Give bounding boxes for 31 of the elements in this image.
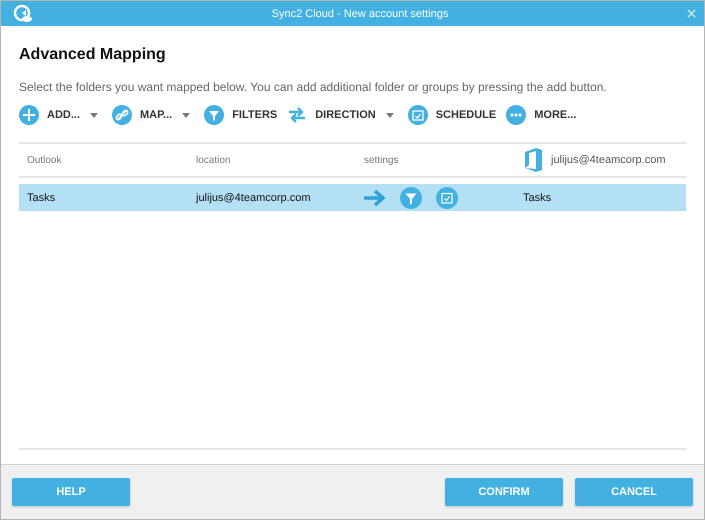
office-icon [523, 147, 543, 173]
swap-arrows-icon [287, 105, 308, 125]
table-row[interactable]: Tasks julijus@4teamcorp.com Tasks [19, 184, 686, 211]
column-header: location [196, 154, 232, 166]
calendar-icon[interactable] [436, 186, 458, 208]
cloud-sync-icon [13, 4, 33, 24]
caret-icon[interactable] [90, 112, 98, 118]
toolbar-button[interactable]: MORE... [506, 105, 576, 125]
more-icon [506, 105, 526, 125]
table-cell-text: Tasks [27, 192, 56, 204]
calendar-icon [408, 105, 428, 125]
toolbar-button[interactable]: MAP... [112, 105, 172, 125]
right-arrow-icon [364, 190, 386, 206]
toolbar-button[interactable]: FILTERS [204, 105, 278, 125]
caret-icon[interactable] [182, 112, 190, 118]
filter-icon[interactable] [400, 186, 422, 208]
column-header: julijus@4teamcorp.com [551, 154, 666, 166]
table-cell-text: Tasks [523, 192, 552, 204]
toolbar-button[interactable]: SCHEDULE [408, 105, 496, 125]
toolbar-button[interactable]: ADD... [19, 105, 80, 125]
caret-icon[interactable] [386, 112, 394, 118]
column-header: settings [364, 154, 400, 166]
table-cell-text: julijus@4teamcorp.com [196, 192, 312, 204]
link-icon [112, 105, 132, 125]
page-heading: Advanced Mapping [19, 46, 167, 64]
filter-icon [204, 105, 224, 125]
add-icon [19, 105, 39, 125]
column-header: Outlook [27, 154, 62, 166]
window-title: Sync2 Cloud - New account settings [270, 8, 450, 20]
description-text: Select the folders you want mapped below. You can add additional folder or groups by pressing the add button. [19, 80, 608, 94]
toolbar-button[interactable]: DIRECTION [287, 105, 376, 125]
